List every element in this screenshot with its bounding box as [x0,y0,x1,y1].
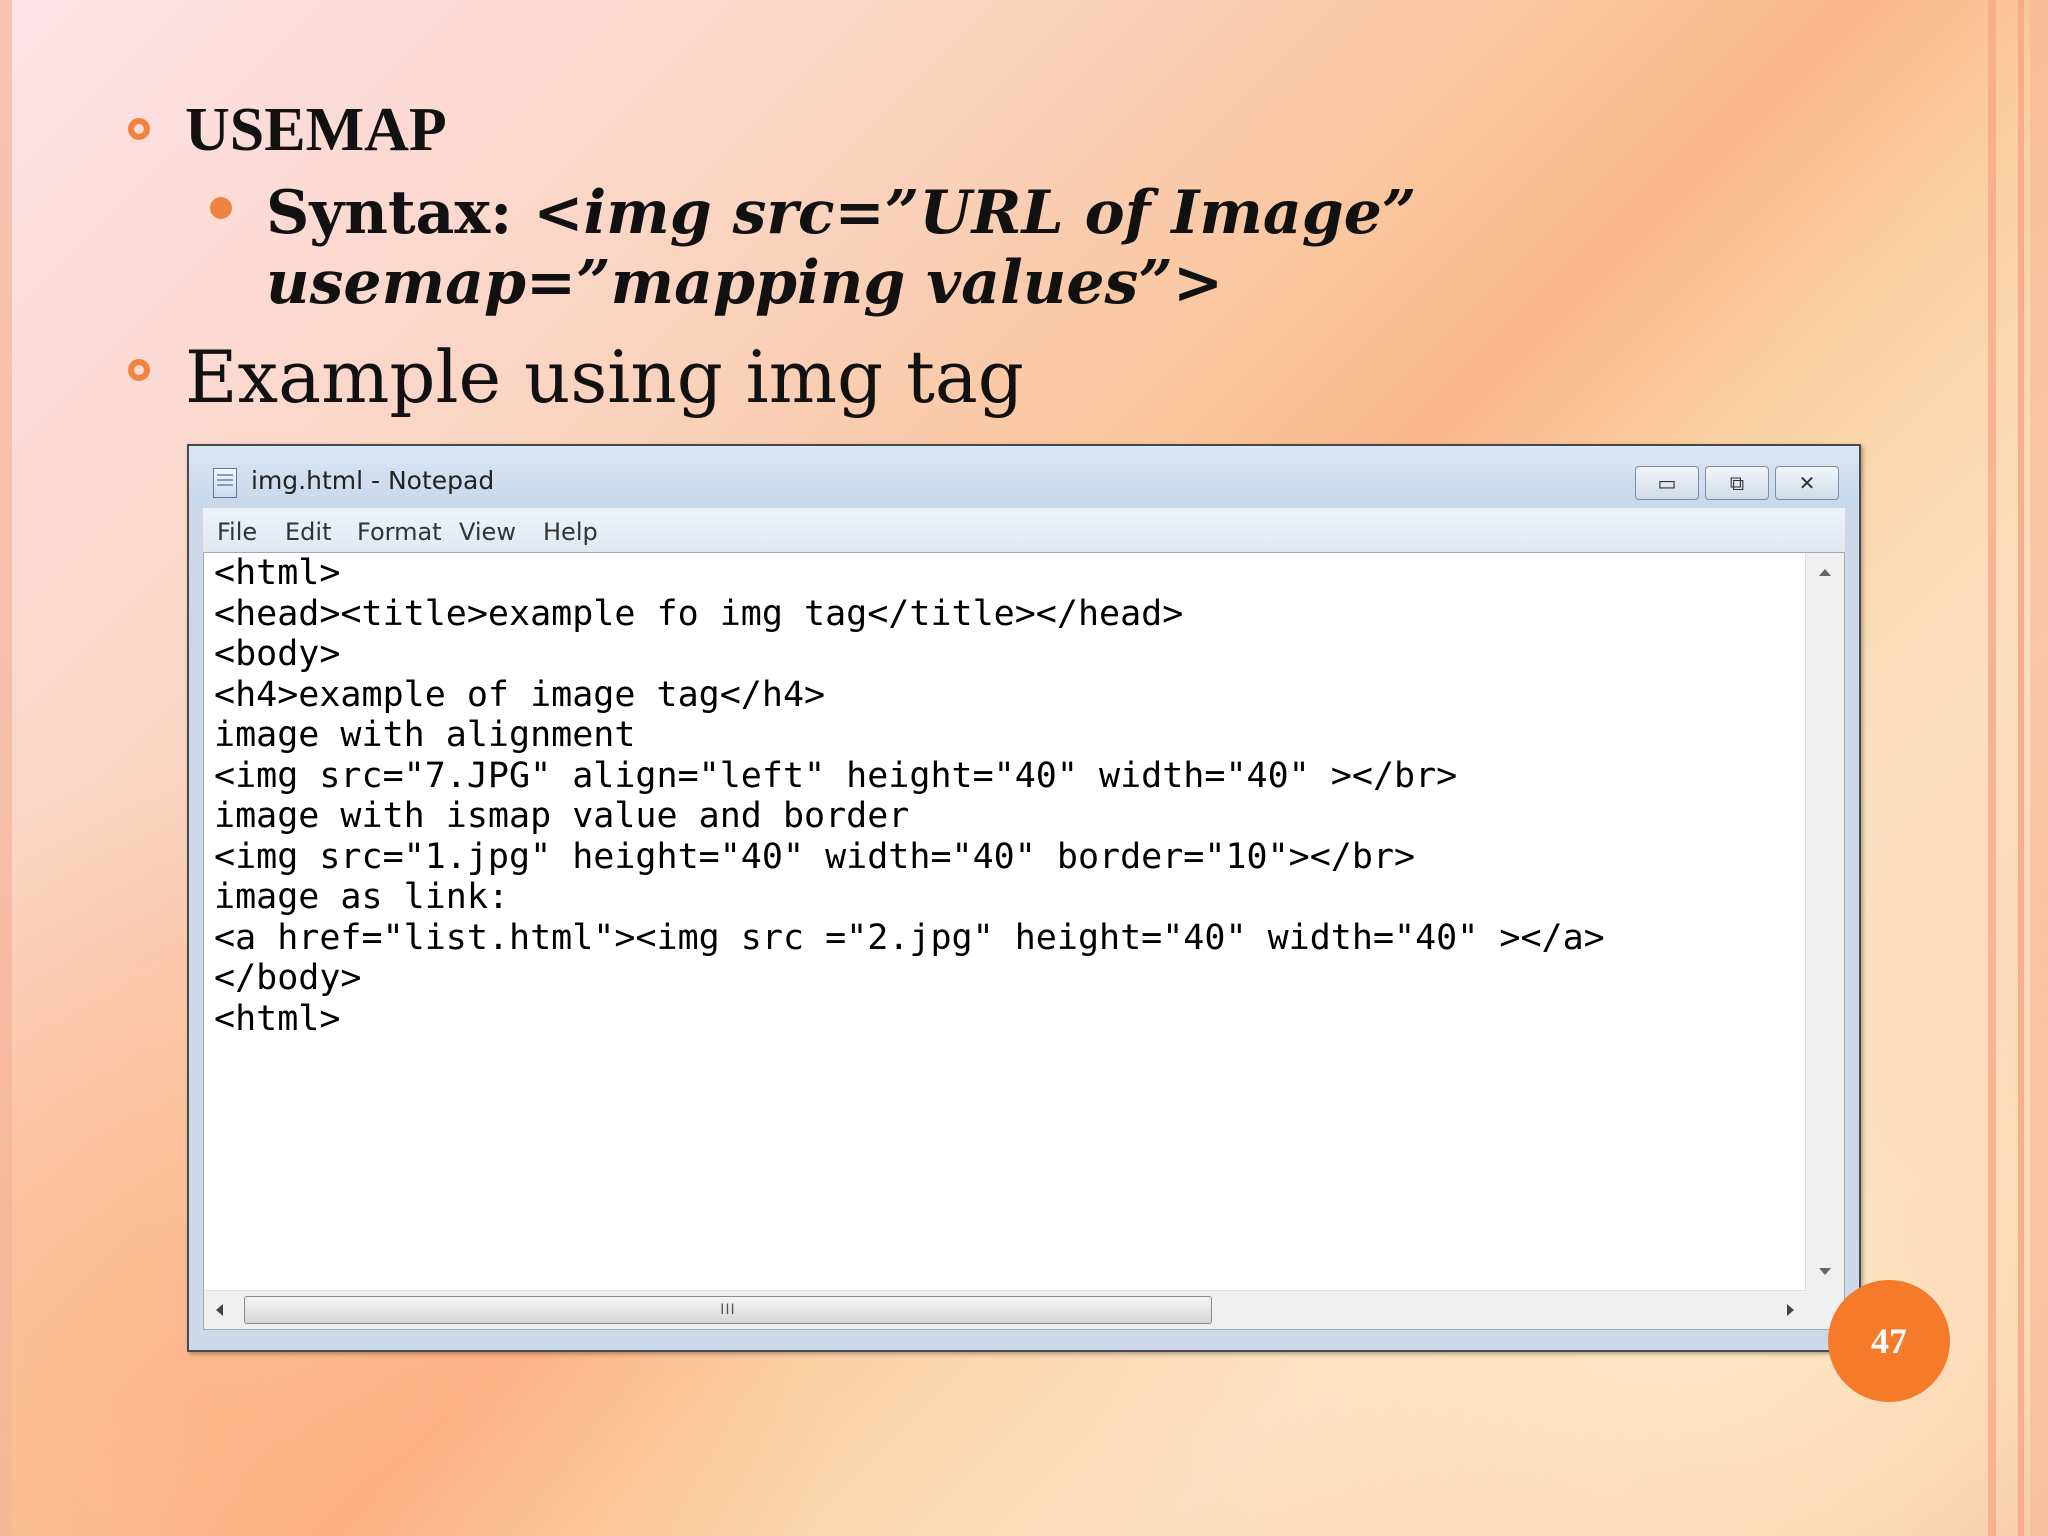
minimize-icon: ▭ [1657,471,1677,495]
menu-edit[interactable]: Edit [285,518,331,546]
editor-content[interactable]: <html> <head><title>example fo img tag</… [214,553,1794,1039]
close-icon: ✕ [1798,471,1816,495]
maximize-button[interactable]: ⧉ [1705,466,1769,500]
menu-file[interactable]: File [217,518,257,546]
vertical-scrollbar[interactable] [1805,553,1844,1291]
maximize-icon: ⧉ [1729,471,1745,495]
menu-help[interactable]: Help [543,518,598,546]
scroll-left-arrow-icon[interactable] [216,1304,223,1316]
horizontal-scroll-thumb[interactable]: III [244,1296,1212,1324]
slide-right-border [2030,0,2048,1536]
menu-bar: File Edit Format View Help [203,508,1845,553]
ring-bullet-icon [128,359,150,381]
notepad-window: img.html - Notepad ▭ ⧉ ✕ File Edit Forma… [187,444,1861,1352]
scroll-up-arrow-icon[interactable] [1819,569,1831,576]
slide-right-border [2018,0,2024,1536]
title-bar[interactable]: img.html - Notepad ▭ ⧉ ✕ [189,446,1859,508]
close-button[interactable]: ✕ [1775,466,1839,500]
horizontal-scrollbar[interactable]: III [204,1290,1806,1329]
ring-bullet-icon [128,118,150,140]
scroll-right-arrow-icon[interactable] [1787,1304,1794,1316]
example-heading: Example using img tag [185,335,1024,419]
page-number-badge: 47 [1828,1280,1950,1402]
minimize-button[interactable]: ▭ [1635,466,1699,500]
window-title: img.html - Notepad [251,466,495,495]
dot-bullet-icon [210,197,232,219]
menu-format[interactable]: Format [357,518,442,546]
slide-heading: USEMAP [185,96,447,164]
notepad-icon [213,468,237,498]
scroll-down-arrow-icon[interactable] [1819,1268,1831,1275]
syntax-line: Syntax: <img src=”URL of Image” usemap=”… [266,178,1866,318]
slide-right-border [1988,0,1996,1536]
text-editor-area[interactable]: <html> <head><title>example fo img tag</… [203,552,1845,1330]
slide-left-border [0,0,12,1536]
syntax-label: Syntax: [266,178,534,248]
menu-view[interactable]: View [459,518,516,546]
